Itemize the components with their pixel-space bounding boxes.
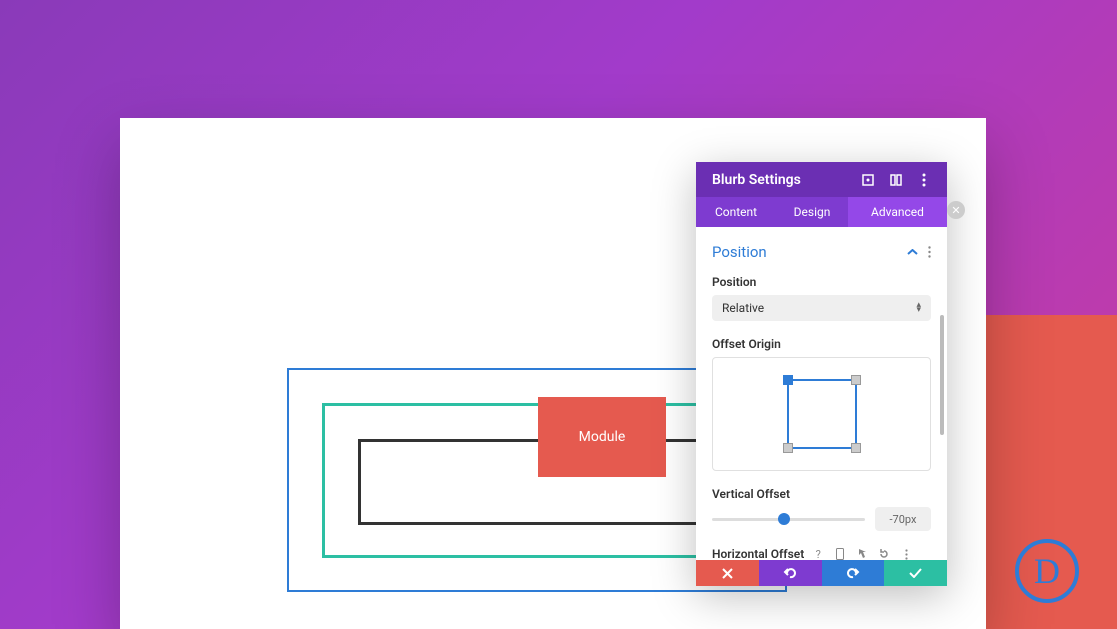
save-button[interactable]	[884, 560, 947, 586]
close-panel-icon[interactable]: ✕	[947, 201, 965, 219]
undo-button[interactable]	[759, 560, 822, 586]
origin-handle-top-left[interactable]	[783, 375, 793, 385]
redo-button[interactable]	[822, 560, 885, 586]
vertical-slider-thumb[interactable]	[778, 513, 790, 525]
tabs: Content Design Advanced	[696, 197, 947, 227]
vertical-offset-label: Vertical Offset	[712, 487, 931, 501]
columns-icon[interactable]	[889, 173, 903, 187]
divi-logo-icon: D	[1015, 539, 1079, 603]
tab-content[interactable]: Content	[696, 197, 776, 227]
help-icon[interactable]: ?	[812, 548, 824, 560]
origin-label: Offset Origin	[712, 337, 931, 351]
settings-panel: Blurb Settings Content Design Advanced P…	[696, 162, 947, 586]
more-icon[interactable]	[917, 173, 931, 187]
origin-handle-bottom-left[interactable]	[783, 443, 793, 453]
origin-square	[787, 379, 857, 449]
tab-design[interactable]: Design	[776, 197, 848, 227]
phone-icon[interactable]	[834, 548, 846, 560]
position-label: Position	[712, 275, 931, 289]
panel-footer	[696, 560, 947, 586]
horizontal-offset-label: Horizontal Offset	[712, 547, 804, 560]
section-more-icon[interactable]	[928, 246, 931, 258]
vertical-offset-value[interactable]: -70px	[875, 507, 931, 531]
panel-header: Blurb Settings	[696, 162, 947, 197]
vertical-offset-slider[interactable]	[712, 518, 865, 521]
reset-icon[interactable]	[878, 548, 890, 560]
module-preview[interactable]: Module	[538, 397, 666, 477]
hover-icon[interactable]	[856, 548, 868, 560]
origin-handle-top-right[interactable]	[851, 375, 861, 385]
option-more-icon[interactable]	[900, 548, 912, 560]
origin-picker	[712, 357, 931, 471]
select-arrows-icon: ▴▾	[916, 303, 921, 313]
cancel-button[interactable]	[696, 560, 759, 586]
position-value: Relative	[722, 301, 764, 315]
position-select[interactable]: Relative ▴▾	[712, 295, 931, 321]
section-title-position: Position	[712, 243, 767, 261]
collapse-icon[interactable]	[907, 249, 918, 256]
panel-title: Blurb Settings	[712, 172, 861, 188]
expand-icon[interactable]	[861, 173, 875, 187]
tab-advanced[interactable]: Advanced	[848, 197, 947, 227]
origin-handle-bottom-right[interactable]	[851, 443, 861, 453]
scrollbar[interactable]	[940, 315, 944, 435]
